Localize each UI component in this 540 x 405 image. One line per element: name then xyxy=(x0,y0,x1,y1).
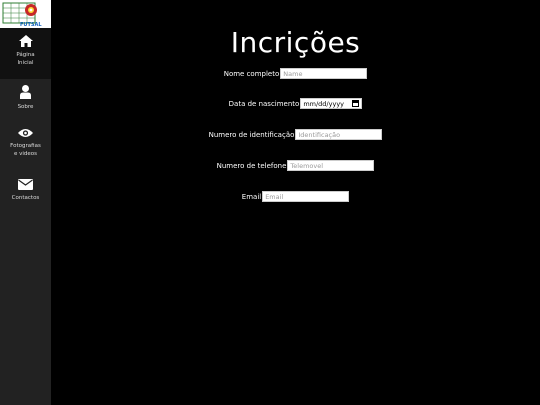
calendar-icon[interactable] xyxy=(352,100,360,107)
id-input[interactable] xyxy=(295,129,383,140)
nav-label-about: Sobre xyxy=(17,104,34,110)
form-row-dob: Data de nascimento mm/dd/yyyy xyxy=(51,98,540,109)
eye-icon xyxy=(18,129,33,137)
phone-label: Numero de telefone xyxy=(216,161,287,170)
home-icon xyxy=(18,35,33,47)
main-content: Incrições Nome completo Data de nascimen… xyxy=(51,0,540,405)
futsal-logo-icon: FUTSAL xyxy=(0,0,51,28)
nav-label-contacts: Contactos xyxy=(11,195,40,201)
nav-item-about[interactable]: Sobre xyxy=(0,79,51,119)
nav-label-photos-videos: Fotografias e videos xyxy=(10,143,41,157)
dob-value: mm/dd/yyyy xyxy=(303,99,345,108)
form-row-id: Numero de identificação xyxy=(51,129,540,140)
nav-item-home[interactable]: Página Inicial xyxy=(0,28,51,79)
sidebar: FUTSAL Página Inicial Sobre Fotografias … xyxy=(0,0,51,405)
email-input[interactable] xyxy=(262,191,350,202)
id-label: Numero de identificação xyxy=(208,130,295,139)
form-row-phone: Numero de telefone xyxy=(51,160,540,171)
nav-item-photos-videos[interactable]: Fotografias e videos xyxy=(0,119,51,169)
phone-input[interactable] xyxy=(287,160,375,171)
name-label: Nome completo xyxy=(223,69,280,78)
name-input[interactable] xyxy=(280,68,368,79)
form-row-email: Email xyxy=(51,191,540,202)
form-row-name: Nome completo xyxy=(51,68,540,79)
nav-label-home: Página Inicial xyxy=(16,52,35,66)
email-label: Email xyxy=(241,192,262,201)
user-icon xyxy=(20,85,31,99)
logo[interactable]: FUTSAL xyxy=(0,0,51,28)
dob-input[interactable]: mm/dd/yyyy xyxy=(300,98,363,109)
page-title: Incrições xyxy=(230,26,361,59)
dob-label: Data de nascimento xyxy=(228,99,300,108)
nav-item-contacts[interactable]: Contactos xyxy=(0,169,51,209)
envelope-icon xyxy=(18,179,33,190)
